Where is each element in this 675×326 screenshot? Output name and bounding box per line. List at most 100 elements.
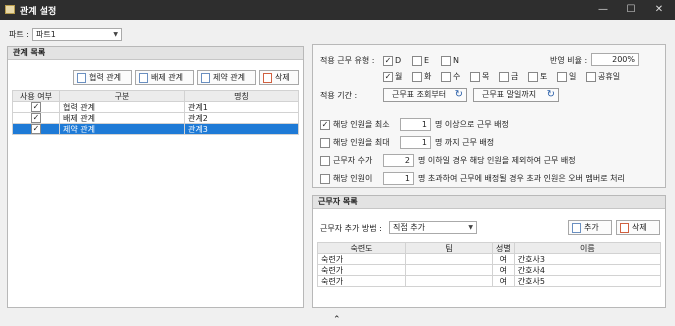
- relation-table: 사용 여부 구분 명칭 ✓ 협력 관계 관계1 ✓ 배제 관계 관계2 ✓ 제약…: [12, 90, 299, 135]
- app-icon: [5, 5, 15, 14]
- day-mon-label: 월: [395, 72, 403, 81]
- table-row[interactable]: ✓ 협력 관계 관계1: [12, 101, 299, 113]
- exclusion-relation-label: 배제 관계: [151, 73, 183, 82]
- table-row[interactable]: 숙련가 여 간호사4: [317, 264, 662, 276]
- day-fri-label: 금: [511, 72, 519, 81]
- window-title: 관계 설정: [20, 7, 57, 17]
- collapse-arrow-icon[interactable]: ⌃: [333, 315, 341, 325]
- duty-type-label: 적용 근무 유형 :: [320, 56, 375, 65]
- maximize-button[interactable]: ☐: [624, 3, 638, 17]
- column-header-type: 구분: [59, 90, 185, 102]
- add-document-icon: [572, 223, 581, 233]
- rule-min-prefix: 해당 인원을 최소: [333, 120, 390, 129]
- column-header-gender: 성별: [492, 242, 515, 254]
- rule-over-checkbox[interactable]: [320, 174, 330, 184]
- part-select-value: 파트1: [36, 30, 56, 39]
- day-wed-label: 수: [453, 72, 461, 81]
- worker-name-cell: 간호사3: [513, 253, 662, 265]
- duty-e-label: E: [424, 56, 430, 65]
- part-select[interactable]: 파트1 ▼: [32, 28, 122, 41]
- period-label: 적용 기간 :: [320, 91, 358, 100]
- relation-panel-title: 관계 목록: [8, 47, 303, 60]
- day-thu-checkbox[interactable]: [470, 72, 480, 82]
- day-mon-checkbox[interactable]: ✓: [383, 72, 393, 82]
- minimize-button[interactable]: —: [596, 3, 610, 17]
- duty-d-checkbox[interactable]: ✓: [383, 56, 393, 66]
- period-from-button[interactable]: 근무표 조회부터 ↻: [383, 88, 467, 102]
- delete-worker-button[interactable]: 삭제: [616, 220, 660, 235]
- period-to-button[interactable]: 근무표 말일까지 ↻: [473, 88, 559, 102]
- day-tue-label: 화: [424, 72, 432, 81]
- day-thu-label: 목: [482, 72, 490, 81]
- cooperation-relation-label: 협력 관계: [89, 73, 121, 82]
- worker-skill-cell: 숙련가: [317, 275, 406, 287]
- add-document-icon: [77, 73, 86, 83]
- rule-exclude-suffix: 명 이하일 경우 해당 인원을 제외하여 근무 배정: [418, 156, 576, 165]
- day-sun-checkbox[interactable]: [557, 72, 567, 82]
- relation-type-cell: 협력 관계: [59, 101, 185, 113]
- rule-exclude-input[interactable]: 2: [383, 154, 414, 167]
- duty-d-label: D: [395, 56, 402, 65]
- worker-gender-cell: 여: [492, 253, 515, 265]
- used-checkbox[interactable]: ✓: [31, 124, 41, 134]
- constraint-relation-button[interactable]: 제약 관계: [197, 70, 256, 85]
- rule-max-checkbox[interactable]: [320, 138, 330, 148]
- worker-skill-cell: 숙련가: [317, 264, 406, 276]
- day-sat-label: 토: [540, 72, 548, 81]
- title-bar: 관계 설정 — ☐ ✕: [0, 0, 675, 20]
- rule-exclude-checkbox[interactable]: [320, 156, 330, 166]
- add-worker-label: 추가: [584, 223, 599, 232]
- day-sat-checkbox[interactable]: [528, 72, 538, 82]
- day-sun-label: 일: [569, 72, 577, 81]
- used-checkbox[interactable]: ✓: [31, 113, 41, 123]
- part-label: 파트 :: [9, 30, 29, 39]
- period-from-label: 근무표 조회부터: [392, 90, 447, 99]
- add-worker-button[interactable]: 추가: [568, 220, 612, 235]
- chevron-down-icon: ▼: [468, 224, 473, 231]
- rule-exclude-prefix: 근무자 수가: [333, 156, 373, 165]
- ratio-label: 반영 비율 :: [550, 56, 588, 65]
- table-row[interactable]: 숙련가 여 간호사3: [317, 253, 662, 265]
- relation-panel: 관계 목록 협력 관계 배제 관계 제약 관계 삭제 사용 여부 구분 명칭 ✓…: [7, 46, 304, 308]
- worker-method-label: 근무자 추가 방법 :: [320, 224, 382, 233]
- rule-min-input[interactable]: 1: [400, 118, 431, 131]
- relation-name-cell: 관계2: [184, 112, 299, 124]
- rule-over-suffix: 명 초과하여 근무에 배정될 경우 초과 인원은 오버 멤버로 처리: [418, 174, 625, 183]
- duty-n-checkbox[interactable]: [441, 56, 451, 66]
- delete-document-icon: [620, 223, 629, 233]
- day-tue-checkbox[interactable]: [412, 72, 422, 82]
- duty-e-checkbox[interactable]: [412, 56, 422, 66]
- chevron-down-icon: ▼: [113, 31, 118, 38]
- rule-max-suffix: 명 까지 근무 배정: [435, 138, 495, 147]
- table-row[interactable]: ✓ 배제 관계 관계2: [12, 112, 299, 124]
- column-header-name: 명칭: [184, 90, 299, 102]
- relation-name-cell: 관계3: [184, 123, 299, 135]
- rule-min-suffix: 명 이상으로 근무 배정: [435, 120, 509, 129]
- worker-panel: 근무자 목록 근무자 추가 방법 : 직접 추가 ▼ 추가 삭제 숙련도 팀 성…: [312, 195, 666, 308]
- worker-team-cell: [405, 264, 493, 276]
- table-row-selected[interactable]: ✓ 제약 관계 관계3: [12, 123, 299, 135]
- constraint-relation-label: 제약 관계: [213, 73, 245, 82]
- worker-method-select[interactable]: 직접 추가 ▼: [389, 221, 477, 234]
- exclusion-relation-button[interactable]: 배제 관계: [135, 70, 194, 85]
- worker-team-cell: [405, 275, 493, 287]
- used-checkbox[interactable]: ✓: [31, 102, 41, 112]
- add-document-icon: [201, 73, 210, 83]
- delete-relation-button[interactable]: 삭제: [259, 70, 299, 85]
- rule-max-input[interactable]: 1: [400, 136, 431, 149]
- close-button[interactable]: ✕: [652, 3, 666, 17]
- day-fri-checkbox[interactable]: [499, 72, 509, 82]
- day-holiday-checkbox[interactable]: [586, 72, 596, 82]
- rule-over-input[interactable]: 1: [383, 172, 414, 185]
- worker-panel-title: 근무자 목록: [313, 196, 665, 209]
- delete-worker-label: 삭제: [632, 223, 647, 232]
- worker-gender-cell: 여: [492, 275, 515, 287]
- cooperation-relation-button[interactable]: 협력 관계: [73, 70, 132, 85]
- worker-name-cell: 간호사5: [513, 275, 662, 287]
- day-wed-checkbox[interactable]: [441, 72, 451, 82]
- settings-form: 적용 근무 유형 : ✓ D E N 반영 비율 : 200% ✓ 월 화 수 …: [312, 44, 666, 188]
- rule-min-checkbox[interactable]: ✓: [320, 120, 330, 130]
- refresh-icon: ↻: [546, 89, 555, 100]
- table-row[interactable]: 숙련가 여 간호사5: [317, 275, 662, 287]
- ratio-input[interactable]: 200%: [591, 53, 639, 66]
